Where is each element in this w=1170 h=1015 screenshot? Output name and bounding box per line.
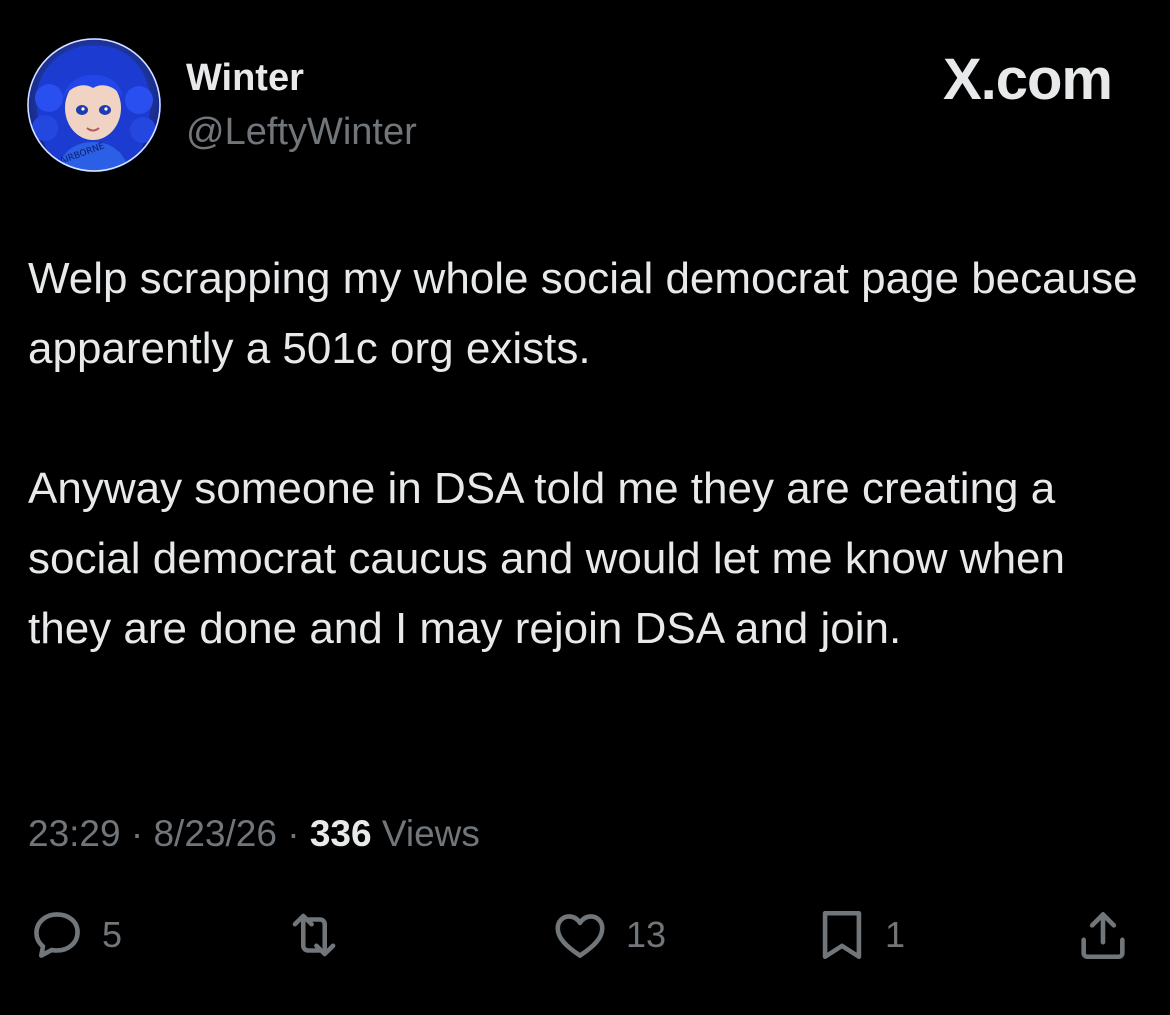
like-button[interactable]: 13	[550, 900, 666, 970]
brand-watermark: X.com	[942, 47, 1113, 112]
reply-button[interactable]: 5	[28, 900, 122, 970]
tweet-paragraph: Anyway someone in DSA told me they are c…	[28, 464, 1065, 653]
tweet-body: Welp scrapping my whole social democrat …	[28, 244, 1138, 664]
share-button[interactable]	[1074, 900, 1132, 970]
separator: ·	[287, 813, 300, 854]
avatar[interactable]: AIRBORNE	[27, 38, 161, 172]
retweet-icon	[292, 913, 336, 957]
tweet-date[interactable]: 8/23/26	[153, 813, 276, 854]
reply-icon	[34, 912, 80, 958]
separator: ·	[130, 813, 144, 854]
bookmark-count: 1	[885, 914, 906, 955]
bookmark-icon	[822, 910, 862, 960]
action-bar: 5 13 1	[0, 900, 1170, 970]
avatar-image: AIRBORNE	[27, 38, 161, 172]
author-handle[interactable]: @LeftyWinter	[186, 110, 417, 154]
views-count: 336	[309, 813, 372, 854]
retweet-button[interactable]	[283, 900, 361, 970]
tweet-paragraph: Welp scrapping my whole social democrat …	[28, 254, 1138, 373]
views-label: Views	[381, 813, 480, 854]
tweet-metadata: 23:29 · 8/23/26 · 336 Views	[28, 810, 480, 858]
tweet-time[interactable]: 23:29	[28, 813, 121, 854]
tweet-card: AIRBORNE Winter @LeftyWinter X.com Welp …	[0, 0, 1170, 1015]
reply-count: 5	[102, 914, 123, 955]
share-icon	[1081, 912, 1125, 960]
like-count: 13	[626, 914, 667, 955]
author-display-name[interactable]: Winter	[186, 56, 304, 100]
heart-icon	[555, 914, 605, 958]
bookmark-button[interactable]: 1	[815, 900, 905, 970]
